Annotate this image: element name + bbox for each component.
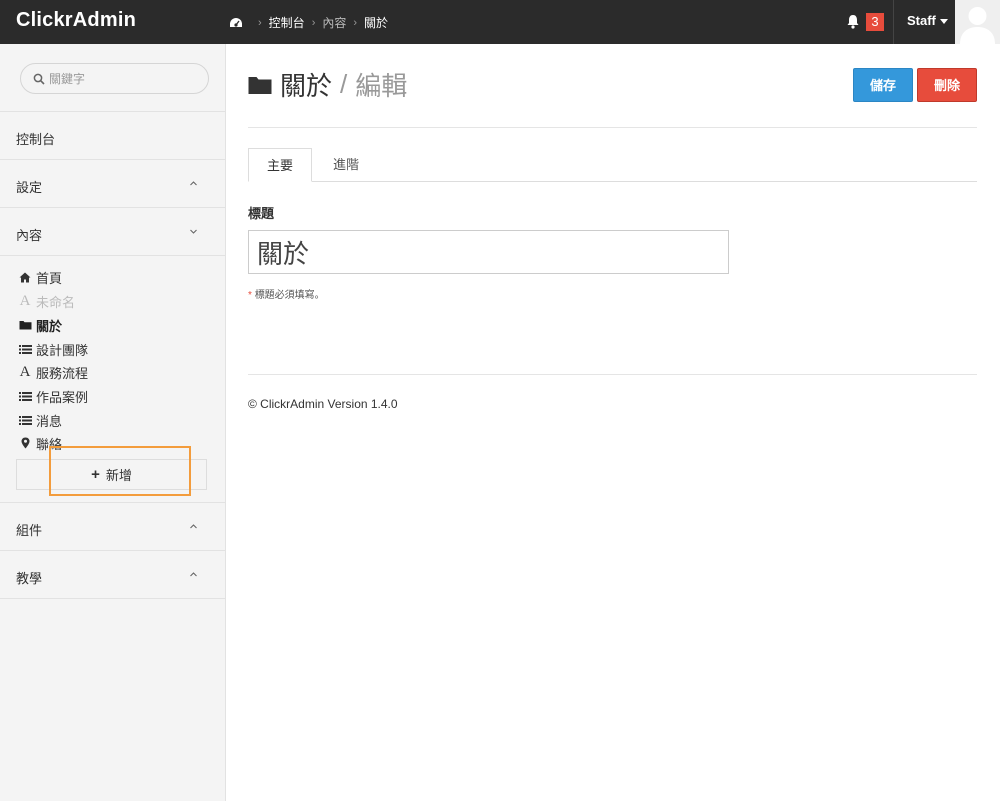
page-title-text: 關於 bbox=[280, 71, 333, 101]
breadcrumb-separator: › bbox=[258, 16, 262, 29]
tab-advanced[interactable]: 進階 bbox=[312, 148, 380, 182]
add-item-button[interactable]: + 新增 bbox=[16, 459, 207, 490]
sidebar-item-label: 設定 bbox=[16, 180, 43, 195]
search-box[interactable] bbox=[20, 63, 209, 94]
user-menu-label: Staff bbox=[907, 13, 936, 28]
page-title: 關於 / 編輯 bbox=[248, 66, 407, 103]
sidebar-search-area bbox=[0, 44, 225, 112]
breadcrumb: › 控制台 › 內容 › 關於 bbox=[229, 14, 388, 31]
submenu-item-home[interactable]: 首頁 bbox=[18, 268, 62, 286]
submenu-item-label: 聯絡 bbox=[36, 436, 63, 452]
tab-main[interactable]: 主要 bbox=[248, 148, 312, 182]
sidebar-item-settings[interactable]: 設定 bbox=[0, 160, 225, 208]
notification-badge[interactable]: 3 bbox=[866, 13, 884, 31]
sidebar-item-components[interactable]: 組件 bbox=[0, 503, 225, 551]
hint-text: 標題必須填寫。 bbox=[254, 290, 325, 301]
font-icon: A bbox=[19, 363, 31, 380]
submenu-item-label: 關於 bbox=[36, 318, 63, 334]
user-silhouette-icon bbox=[955, 0, 1000, 44]
breadcrumb-current: 關於 bbox=[364, 16, 389, 30]
main-content: 關於 / 編輯 儲存 刪除 主要 進階 標題 * 標題必須填寫。 © Click… bbox=[226, 44, 1000, 801]
sidebar-item-label: 內容 bbox=[16, 228, 43, 243]
chevron-up-icon bbox=[190, 572, 197, 577]
breadcrumb-separator: › bbox=[311, 16, 316, 29]
bell-icon[interactable] bbox=[846, 14, 860, 29]
caret-down-icon bbox=[939, 19, 948, 25]
dashboard-icon[interactable] bbox=[229, 17, 243, 29]
sidebar-item-label: 控制台 bbox=[16, 132, 56, 147]
chevron-up-icon bbox=[190, 524, 197, 529]
search-icon bbox=[33, 73, 45, 85]
chevron-down-icon bbox=[190, 229, 197, 234]
submenu-item-label: 消息 bbox=[36, 413, 63, 429]
sidebar-item-content[interactable]: 內容 bbox=[0, 208, 225, 256]
plus-icon: + bbox=[91, 466, 100, 483]
save-button[interactable]: 儲存 bbox=[853, 68, 913, 102]
user-menu[interactable]: Staff bbox=[907, 13, 948, 28]
avatar[interactable] bbox=[955, 0, 1000, 44]
submenu-item-label: 設計團隊 bbox=[36, 342, 89, 358]
submenu-item-label: 服務流程 bbox=[36, 365, 89, 381]
required-marker: * bbox=[248, 290, 252, 301]
home-icon bbox=[18, 270, 32, 284]
submenu-item-news[interactable]: 消息 bbox=[18, 411, 62, 429]
title-separator: / bbox=[340, 69, 348, 99]
add-item-label: 新增 bbox=[105, 468, 132, 483]
title-field-hint: * 標題必須填寫。 bbox=[248, 286, 325, 301]
brand-logo[interactable]: ClickrAdmin bbox=[16, 9, 136, 32]
title-field-label: 標題 bbox=[248, 206, 275, 221]
sidebar-item-label: 組件 bbox=[16, 523, 43, 538]
folder-icon bbox=[248, 76, 272, 94]
list-icon bbox=[18, 413, 32, 427]
tab-bar: 主要 進階 bbox=[248, 148, 977, 182]
font-icon: A bbox=[19, 292, 31, 309]
page-subtitle: 編輯 bbox=[355, 71, 408, 101]
footer-version: © ClickrAdmin Version 1.4.0 bbox=[248, 397, 398, 411]
divider bbox=[248, 127, 977, 128]
submenu-item-label: 首頁 bbox=[36, 270, 63, 286]
sidebar: 控制台 設定 內容 首頁 A 未命名 關於 設計團隊 bbox=[0, 44, 226, 801]
submenu-item-design-team[interactable]: 設計團隊 bbox=[18, 340, 88, 358]
chevron-up-icon bbox=[190, 181, 197, 186]
submenu-item-label: 未命名 bbox=[36, 294, 76, 310]
sidebar-item-dashboard[interactable]: 控制台 bbox=[0, 112, 225, 160]
list-icon bbox=[18, 389, 32, 403]
delete-button[interactable]: 刪除 bbox=[917, 68, 977, 102]
submenu-item-service-process[interactable]: A 服務流程 bbox=[18, 363, 88, 381]
submenu-item-label: 作品案例 bbox=[36, 389, 89, 405]
divider bbox=[248, 374, 977, 375]
content-submenu: 首頁 A 未命名 關於 設計團隊 A 服務流程 作品案例 消息 聯絡 + 新增 bbox=[0, 256, 225, 503]
submenu-item-untitled[interactable]: A 未命名 bbox=[18, 292, 75, 310]
search-input[interactable] bbox=[49, 70, 199, 88]
folder-icon bbox=[18, 318, 32, 332]
breadcrumb-dashboard[interactable]: 控制台 bbox=[269, 14, 305, 31]
sidebar-item-tutorial[interactable]: 教學 bbox=[0, 551, 225, 599]
sidebar-item-label: 教學 bbox=[16, 571, 43, 586]
submenu-item-contact[interactable]: 聯絡 bbox=[18, 434, 62, 452]
navbar-divider bbox=[893, 0, 894, 44]
breadcrumb-content[interactable]: 內容 bbox=[322, 14, 346, 31]
submenu-item-portfolio[interactable]: 作品案例 bbox=[18, 387, 88, 405]
title-input[interactable] bbox=[248, 230, 729, 274]
list-icon bbox=[18, 342, 32, 356]
map-marker-icon bbox=[18, 436, 32, 450]
top-navbar: ClickrAdmin › 控制台 › 內容 › 關於 3 Staff bbox=[0, 0, 1000, 44]
breadcrumb-separator: › bbox=[353, 16, 358, 29]
submenu-item-about[interactable]: 關於 bbox=[18, 316, 62, 334]
